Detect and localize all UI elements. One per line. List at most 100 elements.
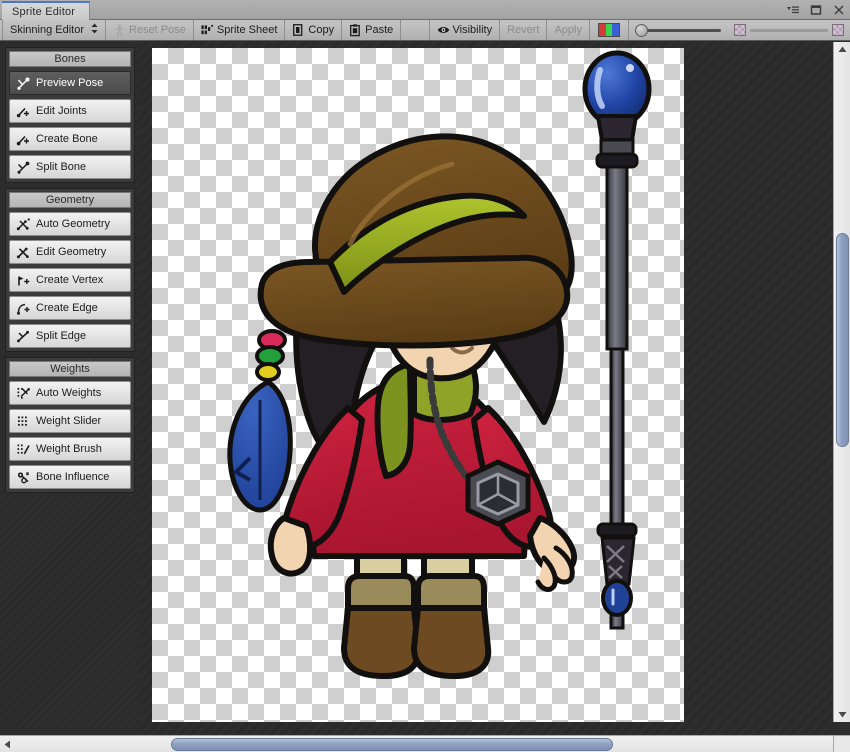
visibility-label: Visibility: [452, 24, 493, 36]
vertical-scroll-thumb[interactable]: [835, 232, 849, 447]
tab-label: Sprite Editor: [12, 5, 76, 18]
rgb-channel-icon: [598, 23, 620, 37]
split-edge-icon: [16, 329, 31, 344]
sprite-sheet-checkerboard[interactable]: [152, 48, 684, 722]
paste-label: Paste: [365, 24, 394, 36]
weight-slider-icon: [16, 414, 31, 429]
window-controls: [786, 0, 846, 20]
window-titlebar: Sprite Editor: [0, 0, 850, 20]
reset-pose-button[interactable]: Reset Pose: [106, 20, 194, 40]
preview-pose-icon: [16, 76, 31, 91]
tool-preview-pose-label: Preview Pose: [36, 77, 104, 89]
tool-create-vertex-label: Create Vertex: [36, 274, 104, 286]
edit-joints-icon: [16, 104, 31, 119]
tool-weight-slider-label: Weight Slider: [36, 415, 102, 427]
revert-button[interactable]: Revert: [499, 20, 546, 40]
tool-auto-geometry-label: Auto Geometry: [36, 218, 110, 230]
close-icon[interactable]: [832, 3, 846, 17]
edit-geometry-icon: [16, 245, 31, 260]
sprite-editor-toolbar: Skinning Editor Reset Pose Sprite Sheet …: [0, 20, 850, 41]
panel-bones-header: Bones: [9, 51, 131, 67]
tool-split-bone[interactable]: Split Bone: [9, 155, 131, 179]
create-vertex-icon: [16, 273, 31, 288]
tool-create-bone-label: Create Bone: [36, 133, 98, 145]
sprite-artwork: [152, 48, 684, 722]
tool-edit-joints[interactable]: Edit Joints: [9, 99, 131, 123]
tool-preview-pose[interactable]: Preview Pose: [9, 71, 131, 95]
paste-button[interactable]: Paste: [342, 20, 402, 40]
rgb-channel-button[interactable]: [589, 20, 628, 40]
create-edge-icon: [16, 301, 31, 316]
chevron-updown-icon: [91, 23, 98, 37]
apply-button[interactable]: Apply: [546, 20, 589, 40]
panel-bones-title: Bones: [54, 53, 86, 65]
tool-weight-brush[interactable]: Weight Brush: [9, 437, 131, 461]
horizontal-scroll-thumb[interactable]: [171, 737, 614, 751]
copy-icon: [292, 23, 305, 37]
zoom-slider[interactable]: [628, 20, 727, 40]
scroll-left-arrow-icon[interactable]: [0, 737, 15, 752]
zoom-slider-knob[interactable]: [635, 23, 648, 37]
zoom-slider-track[interactable]: [635, 23, 721, 37]
copy-label: Copy: [308, 24, 335, 36]
sprite-sheet-icon: [201, 24, 214, 37]
maximize-icon[interactable]: [809, 3, 823, 17]
reset-pose-label: Reset Pose: [129, 24, 186, 36]
weight-brush-icon: [16, 442, 31, 457]
tab-sprite-editor[interactable]: Sprite Editor: [2, 1, 91, 20]
tool-auto-weights-label: Auto Weights: [36, 387, 102, 399]
panel-weights-header: Weights: [9, 361, 131, 377]
tool-auto-geometry[interactable]: Auto Geometry: [9, 212, 131, 236]
tool-edit-joints-label: Edit Joints: [36, 105, 87, 117]
tool-split-edge[interactable]: Split Edge: [9, 324, 131, 348]
split-bone-icon: [16, 160, 31, 175]
paste-icon: [349, 23, 362, 37]
alpha-slider-track[interactable]: [750, 28, 828, 32]
tool-bone-influence-label: Bone Influence: [36, 471, 110, 483]
tool-weight-brush-label: Weight Brush: [36, 443, 102, 455]
visibility-button[interactable]: Visibility: [428, 20, 500, 40]
panel-weights: Weights Auto Weights Weight Slider Weigh…: [5, 357, 135, 493]
vertical-scroll-track[interactable]: [835, 58, 849, 706]
tool-split-bone-label: Split Bone: [36, 161, 87, 173]
tool-weight-slider[interactable]: Weight Slider: [9, 409, 131, 433]
checker-small-icon: [734, 24, 746, 36]
panel-weights-title: Weights: [50, 363, 90, 375]
toolbar-right-group: Visibility Revert Apply: [428, 20, 850, 40]
panel-bones: Bones Preview Pose Edit Joints Create Bo…: [5, 47, 135, 183]
tools-sidebar: Bones Preview Pose Edit Joints Create Bo…: [0, 42, 140, 752]
reset-pose-icon: [113, 23, 126, 37]
copy-button[interactable]: Copy: [285, 20, 343, 40]
tool-edit-geometry-label: Edit Geometry: [36, 246, 107, 258]
vertical-scrollbar[interactable]: [833, 42, 850, 722]
tool-create-edge[interactable]: Create Edge: [9, 296, 131, 320]
tool-bone-influence[interactable]: Bone Influence: [9, 465, 131, 489]
alpha-slider[interactable]: [727, 20, 850, 40]
panel-menu-icon[interactable]: [786, 3, 800, 17]
create-bone-icon: [16, 132, 31, 147]
tool-create-edge-label: Create Edge: [36, 302, 98, 314]
panel-geometry: Geometry Auto Geometry Edit Geometry Cre…: [5, 188, 135, 352]
mode-dropdown[interactable]: Skinning Editor: [2, 20, 106, 40]
horizontal-scroll-track[interactable]: [16, 737, 834, 751]
tool-create-bone[interactable]: Create Bone: [9, 127, 131, 151]
apply-label: Apply: [554, 24, 582, 36]
scrollbar-corner: [833, 735, 850, 752]
panel-geometry-title: Geometry: [45, 194, 95, 206]
tool-split-edge-label: Split Edge: [36, 330, 87, 342]
tool-auto-weights[interactable]: Auto Weights: [9, 381, 131, 405]
auto-weights-icon: [16, 386, 31, 401]
bone-influence-icon: [16, 470, 31, 485]
tool-edit-geometry[interactable]: Edit Geometry: [9, 240, 131, 264]
mode-dropdown-label: Skinning Editor: [10, 24, 84, 36]
sprite-sheet-button[interactable]: Sprite Sheet: [194, 20, 286, 40]
canvas-bottom-strip: [140, 722, 833, 735]
sprite-canvas[interactable]: [140, 42, 833, 722]
tool-create-vertex[interactable]: Create Vertex: [9, 268, 131, 292]
scroll-up-arrow-icon[interactable]: [835, 42, 850, 57]
horizontal-scrollbar[interactable]: [0, 735, 850, 752]
scroll-down-arrow-icon[interactable]: [835, 707, 850, 722]
eye-icon: [437, 24, 450, 37]
sprite-editor-window: Sprite Editor Skinning Editor Reset Pose…: [0, 0, 850, 752]
